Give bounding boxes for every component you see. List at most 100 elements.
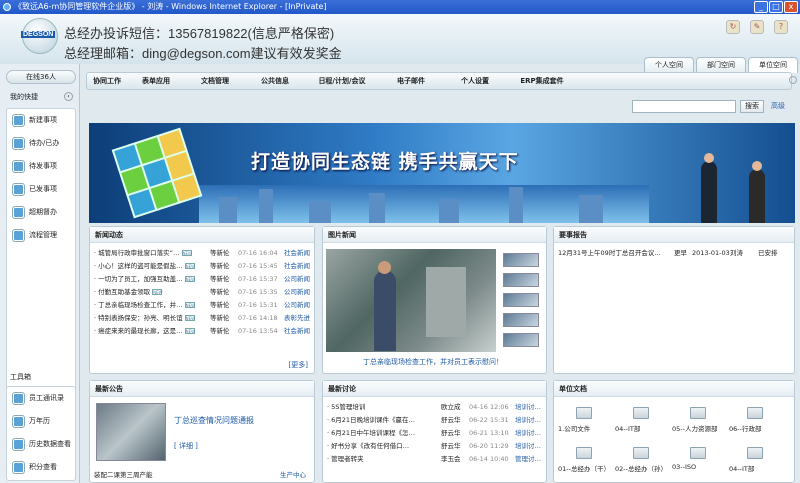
news-date: 07-16 16:04	[238, 249, 278, 257]
folder-label[interactable]: 04--IT部	[615, 423, 640, 433]
news-row[interactable]: · 特别表扬保安：孙亮、明长谊 NEW 等新伦 07-16 14:18 表彰先进	[90, 312, 314, 325]
folder-icon[interactable]	[576, 407, 592, 419]
news-row[interactable]: · 丁总亲临现场检查工作，并… NEW 等新伦 07-16 15:31 公司新闻	[90, 299, 314, 312]
news-row[interactable]: · 小心！这样的盗可能是假盐… NEW 等新伦 07-16 15:45 社会新闻	[90, 260, 314, 273]
folder-icon[interactable]	[747, 407, 763, 419]
nav-settings[interactable]: 个人设置	[443, 73, 507, 89]
new-item-icon	[13, 115, 24, 126]
workflow-icon	[13, 230, 24, 241]
photo-thumbnail[interactable]	[503, 253, 539, 267]
tab-personal-space[interactable]: 个人空间	[644, 57, 694, 73]
news-row[interactable]: · 一切为了员工，加强互助盖… NEW 等新伦 07-16 15:37 公司新闻	[90, 273, 314, 286]
nav-public-info[interactable]: 公共信息	[245, 73, 305, 89]
news-date: 07-16 13:54	[238, 327, 278, 335]
discussion-row[interactable]: · 好书分享《改有任何借口… 舒云华 06-20 11:29 培训讨…	[323, 440, 546, 453]
nav-schedule[interactable]: 日程/计划/会议	[305, 73, 379, 89]
news-item-title: · 小心！这样的盗可能是假盐… NEW	[94, 262, 196, 270]
discussion-date: 06-21 13:10	[469, 429, 509, 437]
news-more-link[interactable]: [更多]	[289, 360, 308, 370]
folder-icon[interactable]	[690, 447, 706, 459]
nav-collaboration[interactable]: 协同工作	[87, 73, 127, 89]
report-row[interactable]: 12月31号上午09时丁总召开会议… 更早 2013-01-03 刘涛 已安排	[554, 247, 794, 260]
tool-calendar[interactable]: 万年历	[7, 410, 75, 433]
tool-history[interactable]: 历史数据查看	[7, 433, 75, 456]
news-row[interactable]: · 城管局行政审批窗口落实“… NEW 等新伦 07-16 16:04 社会新闻	[90, 247, 314, 260]
tool-points[interactable]: 积分查看	[7, 456, 75, 479]
folder-label[interactable]: 06--行政部	[729, 423, 761, 433]
close-button[interactable]: x	[784, 1, 798, 13]
photo-thumbnail[interactable]	[503, 273, 539, 287]
pending-send-icon	[13, 161, 24, 172]
folder-icon[interactable]	[690, 407, 706, 419]
sidebar-item-workflow[interactable]: 流程管理	[7, 224, 75, 247]
search-input[interactable]	[632, 100, 736, 113]
sidebar-item-todo[interactable]: 待办/已办	[7, 132, 75, 155]
folder-icon[interactable]	[747, 447, 763, 459]
company-logo: DEGSON	[21, 18, 58, 54]
settings-icon[interactable]	[789, 76, 797, 84]
tool-label: 积分查看	[29, 463, 57, 471]
discussion-row[interactable]: · 管理者转夹 李玉会 06-14 10:40 管理讨…	[323, 453, 546, 466]
photo-caption[interactable]: 丁总亲临现场检查工作，并对员工表示慰问！	[323, 357, 543, 367]
nav-erp[interactable]: ERP集成套件	[507, 73, 577, 89]
news-row[interactable]: · 癌症来来的最现长廊，这是… NEW 等新伦 07-16 13:54 社会新闻	[90, 325, 314, 338]
tab-department-space[interactable]: 部门空间	[696, 57, 746, 73]
sidebar-item-sent[interactable]: 已发事项	[7, 178, 75, 201]
folder-label[interactable]: 04--IT部	[729, 463, 754, 473]
help-icon[interactable]: ?	[774, 20, 788, 34]
notice-image[interactable]	[96, 403, 166, 461]
report-author: 刘涛	[730, 249, 743, 257]
notice-row[interactable]: 装配二课第三周产能 生产中心	[90, 469, 314, 482]
notice-detail-link[interactable]: [ 详细 ]	[174, 441, 198, 451]
browser-icon	[3, 3, 11, 11]
discussion-row[interactable]: · 5S管理培训 欧立成 04-16 12:06 培训讨…	[323, 401, 546, 414]
discussion-category: 培训讨…	[515, 403, 541, 411]
folder-label[interactable]: 05--人力资源部	[672, 423, 717, 433]
folder-label[interactable]: 01--总经办（干）	[558, 463, 610, 473]
discussion-date: 06-20 11:29	[469, 442, 509, 450]
tool-label: 万年历	[29, 417, 50, 425]
news-category: 社会新闻	[284, 262, 310, 270]
nav-email[interactable]: 电子邮件	[379, 73, 443, 89]
folder-label[interactable]: 02--总经办（孙）	[615, 463, 667, 473]
news-photo[interactable]	[326, 249, 496, 352]
docs-title: 单位文档	[554, 381, 794, 397]
sidebar-item-overdue[interactable]: 超期督办	[7, 201, 75, 224]
folder-label[interactable]: 1.公司文件	[558, 423, 590, 433]
online-count[interactable]: 在线36人	[6, 70, 76, 84]
nav-forms[interactable]: 表单应用	[127, 73, 185, 89]
news-item-title: · 特别表扬保安：孙亮、明长谊 NEW	[94, 314, 196, 322]
tab-unit-space[interactable]: 单位空间	[748, 57, 798, 73]
news-category: 公司新闻	[284, 275, 310, 283]
news-author: 等新伦	[210, 249, 230, 257]
news-date: 07-16 15:31	[238, 301, 278, 309]
tool-directory[interactable]: 员工通讯录	[7, 387, 75, 410]
notice-feature-title[interactable]: 丁总巡查情况问题通报	[174, 415, 254, 426]
sidebar-item-new[interactable]: 新建事项	[7, 109, 75, 132]
advanced-search-link[interactable]: 高级	[771, 101, 785, 111]
search-button[interactable]: 搜索	[740, 100, 764, 113]
nav-documents[interactable]: 文档管理	[185, 73, 245, 89]
folder-label[interactable]: 03--ISO	[672, 463, 696, 471]
docs-panel: 单位文档 1.公司文件 04--IT部 05--人力资源部 06--行政部 01--总经…	[553, 380, 795, 483]
discussion-row[interactable]: · 6月21日晚培训课件《赢在… 舒云华 06-22 15:31 培训讨…	[323, 414, 546, 427]
refresh-icon[interactable]: ↻	[726, 20, 740, 34]
businessman-figure	[701, 161, 717, 223]
discussion-row[interactable]: · 6月21日中午培训课程《怎… 舒云华 06-21 13:10 培训讨…	[323, 427, 546, 440]
minimize-button[interactable]: _	[754, 1, 768, 13]
sidebar-item-label: 新建事项	[29, 116, 57, 124]
maximize-button[interactable]: □	[769, 1, 783, 13]
edit-icon[interactable]: ✎	[750, 20, 764, 34]
photo-thumbnail[interactable]	[503, 293, 539, 307]
photo-thumbnail[interactable]	[503, 333, 539, 347]
photo-thumbnail[interactable]	[503, 313, 539, 327]
folder-icon[interactable]	[576, 447, 592, 459]
sidebar-item-pending-send[interactable]: 待发事项	[7, 155, 75, 178]
main-nav: 协同工作 表单应用 文档管理 公共信息 日程/计划/会议 电子邮件 个人设置 E…	[86, 72, 792, 90]
collapse-icon[interactable]: ‹	[64, 92, 73, 101]
folder-icon[interactable]	[633, 407, 649, 419]
news-row[interactable]: · 付勤互助基金领取 NEW 等新伦 07-16 15:35 公司新闻	[90, 286, 314, 299]
folder-icon[interactable]	[633, 447, 649, 459]
shortcuts-title: 我的快捷 ‹	[6, 90, 76, 104]
news-author: 等新伦	[210, 314, 230, 322]
